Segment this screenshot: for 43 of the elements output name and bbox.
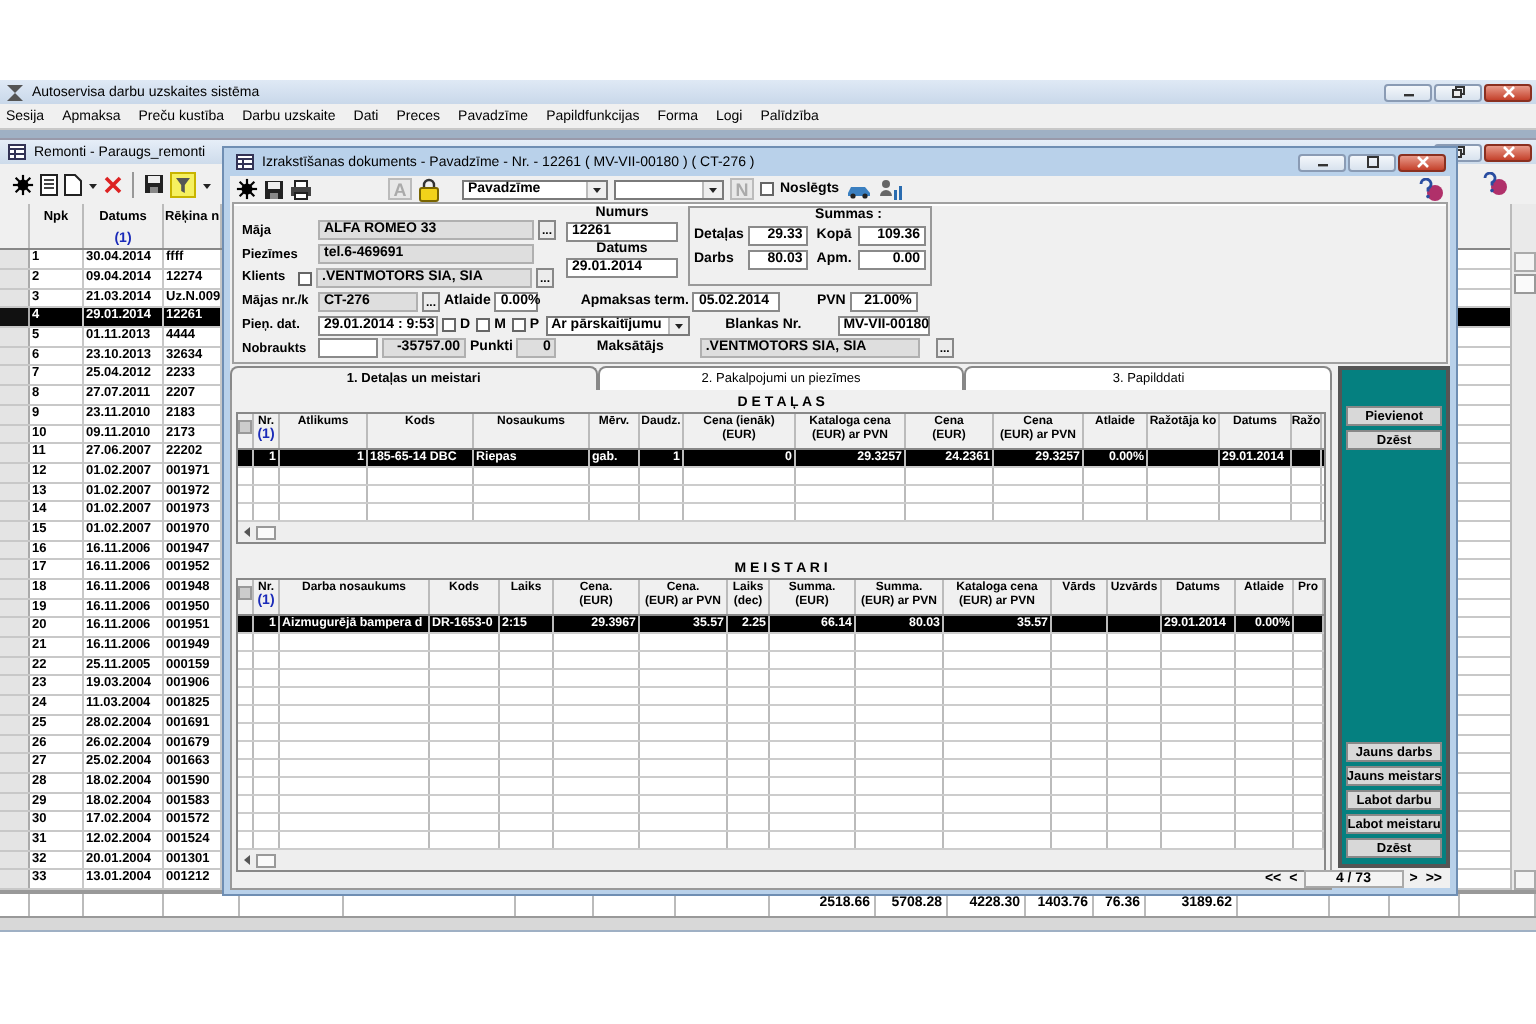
maximize-icon [1365, 156, 1379, 168]
checkbox[interactable] [442, 318, 456, 332]
filter-icon[interactable] [170, 171, 196, 197]
dropdown[interactable] [614, 179, 724, 199]
sun-icon[interactable] [12, 173, 34, 195]
scrollbar[interactable] [238, 850, 1325, 870]
sun-icon[interactable] [236, 178, 258, 200]
close-button[interactable] [1484, 143, 1532, 161]
checkbox[interactable] [298, 271, 312, 285]
scrollbar[interactable] [1510, 204, 1536, 890]
page-icon[interactable] [64, 173, 82, 195]
scrollbar[interactable] [238, 522, 1325, 542]
arrow-left-icon[interactable] [242, 854, 252, 866]
save-icon[interactable] [264, 179, 284, 199]
help-icon[interactable] [1418, 177, 1444, 201]
lock-icon[interactable] [418, 177, 440, 201]
minimize-button[interactable] [1384, 83, 1432, 101]
close-button[interactable] [1484, 83, 1532, 101]
close-icon [1501, 86, 1515, 98]
person-chart-icon[interactable] [877, 177, 904, 201]
minimize-button[interactable] [1298, 153, 1346, 171]
table-icon [236, 154, 254, 170]
table-icon [8, 144, 26, 160]
help-icon[interactable] [1482, 172, 1508, 196]
restore-icon [1451, 86, 1465, 98]
save-icon[interactable] [144, 174, 164, 194]
checkbox[interactable] [511, 318, 526, 332]
checkbox[interactable] [760, 182, 774, 196]
close-button[interactable] [1398, 153, 1446, 171]
delete-icon[interactable] [104, 175, 122, 193]
maximize-button[interactable] [1348, 153, 1396, 171]
text-field[interactable] [318, 338, 378, 359]
close-icon [1415, 156, 1429, 168]
close-icon [1501, 146, 1515, 158]
restore-button[interactable] [1434, 83, 1482, 101]
scroll-thumb[interactable] [256, 853, 276, 867]
arrow-left-icon[interactable] [242, 526, 252, 538]
checkbox[interactable] [476, 318, 491, 332]
selection-bar[interactable] [1456, 308, 1510, 327]
scroll-thumb[interactable] [256, 525, 276, 539]
row-header[interactable] [0, 308, 30, 327]
document-icon[interactable] [40, 173, 58, 195]
printer-icon[interactable] [290, 179, 312, 199]
